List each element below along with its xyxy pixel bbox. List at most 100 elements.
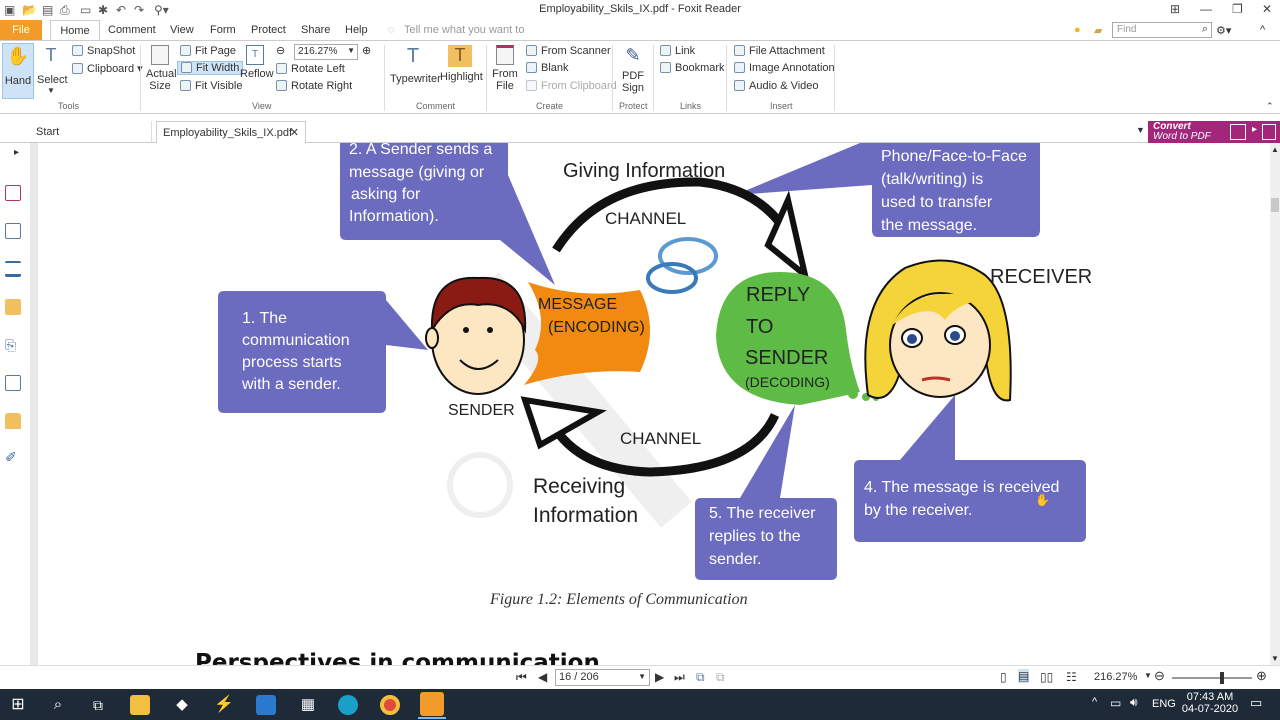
from-clipboard-button[interactable]: From Clipboard: [526, 80, 617, 92]
close-tab-icon[interactable]: ✕: [290, 122, 299, 144]
expand-sidebar-icon[interactable]: ▸: [14, 147, 19, 158]
pages-panel-icon[interactable]: [5, 223, 21, 239]
tab-home[interactable]: Home: [50, 20, 100, 41]
tab-share[interactable]: Share: [301, 24, 330, 36]
find-input[interactable]: Find ⌕: [1112, 22, 1212, 38]
snapshot-button[interactable]: SnapShot: [72, 45, 135, 57]
notifications-icon[interactable]: ▭: [1250, 695, 1262, 711]
minimize-button[interactable]: —: [1200, 2, 1212, 16]
previous-view-icon[interactable]: ⧉: [696, 670, 705, 685]
ribbon-expand-icon[interactable]: ⌃: [1266, 101, 1274, 112]
chrome-browser-icon[interactable]: [380, 695, 400, 715]
file-explorer-icon[interactable]: [130, 695, 150, 715]
search-icon[interactable]: ⌕: [48, 695, 68, 715]
convert-banner[interactable]: Convert Word to PDF ▸: [1148, 121, 1280, 143]
search-icon[interactable]: ⌕: [1202, 23, 1208, 36]
zoom-slider-thumb[interactable]: [1220, 672, 1224, 684]
security-lock-icon[interactable]: [5, 413, 21, 429]
tab-comment[interactable]: Comment: [108, 24, 156, 36]
edge-browser-icon[interactable]: [338, 695, 358, 715]
collapse-icon[interactable]: ^: [1260, 24, 1265, 36]
actual-size-button[interactable]: Actual Size: [146, 45, 177, 101]
tab-start[interactable]: Start: [30, 121, 152, 143]
mail-icon[interactable]: [256, 695, 276, 715]
message-label-line: MESSAGE: [538, 296, 617, 313]
content-tool-icon[interactable]: ✐: [5, 449, 21, 465]
tab-form[interactable]: Form: [210, 24, 236, 36]
continuous-page-icon[interactable]: ▤: [1018, 669, 1030, 683]
store-icon[interactable]: ▦: [298, 695, 318, 715]
fit-width-button[interactable]: Fit Width: [177, 61, 244, 75]
zoom-select[interactable]: 216.27% ▼: [294, 44, 358, 60]
page-number-input[interactable]: 16 / 206 ▼: [555, 669, 650, 686]
reflow-button[interactable]: T Reflow: [240, 45, 274, 101]
ribbon-toggle-icon[interactable]: ⊞: [1170, 2, 1180, 16]
visual-studio-code-icon[interactable]: ⚡: [214, 695, 234, 715]
task-view-icon[interactable]: ⧉: [88, 695, 108, 715]
reflow-label: Reflow: [240, 68, 274, 80]
previous-page-icon[interactable]: ◀: [538, 670, 547, 684]
fit-visible-button[interactable]: Fit Visible: [180, 80, 242, 92]
rotate-left-button[interactable]: Rotate Left: [276, 63, 345, 75]
language-indicator[interactable]: ENG: [1152, 698, 1176, 710]
volume-icon[interactable]: 🔊︎: [1130, 695, 1138, 710]
zoom-menu-icon[interactable]: ▼: [1144, 671, 1152, 680]
next-page-icon[interactable]: ▶: [655, 670, 664, 684]
zoom-in-icon[interactable]: ⊕: [1256, 668, 1267, 684]
tab-help[interactable]: Help: [345, 24, 368, 36]
tray-expand-icon[interactable]: ^: [1092, 696, 1097, 708]
folder-search-icon[interactable]: ▰: [1094, 24, 1102, 37]
pdf-sign-button[interactable]: ✎ PDF Sign: [618, 45, 648, 101]
clock[interactable]: 07:43 AM 04-07-2020: [1178, 691, 1242, 715]
audio-video-button[interactable]: Audio & Video: [734, 80, 819, 92]
foxit-reader-icon[interactable]: [420, 692, 444, 716]
scroll-down-icon[interactable]: ▼: [1271, 654, 1279, 663]
comments-panel-icon[interactable]: [5, 299, 21, 315]
rotate-right-button[interactable]: Rotate Right: [276, 80, 352, 92]
zoom-in-icon[interactable]: ⊕: [362, 44, 371, 57]
fit-page-button[interactable]: Fit Page: [180, 45, 236, 57]
settings-icon[interactable]: ⚙▾: [1216, 24, 1231, 37]
attachments-panel-icon[interactable]: ⎘: [5, 337, 21, 353]
tab-view[interactable]: View: [170, 24, 194, 36]
dropbox-icon[interactable]: ◆: [172, 695, 192, 715]
layers-panel-icon[interactable]: [5, 261, 21, 277]
status-bar: ⏮ ◀ 16 / 206 ▼ ▶ ⏭ ⧉ ⧉ ▯ ▤ ▯▯ ☷ 216.27% …: [0, 665, 1280, 689]
scroll-up-icon[interactable]: ▲: [1271, 145, 1279, 154]
tab-document[interactable]: Employability_Skils_IX.pdf ✕: [156, 121, 306, 143]
facing-page-icon[interactable]: ▯▯: [1040, 670, 1053, 684]
select-tool-button[interactable]: T Select ▼: [37, 43, 68, 99]
typewriter-button[interactable]: T Typewriter: [390, 45, 441, 101]
scroll-thumb[interactable]: [1271, 198, 1279, 212]
bookmark-button[interactable]: Bookmark: [660, 62, 725, 74]
from-scanner-button[interactable]: From Scanner: [526, 45, 611, 57]
image-annotation-button[interactable]: Image Annotation: [734, 62, 835, 74]
from-file-button[interactable]: From File: [490, 45, 520, 101]
next-view-icon[interactable]: ⧉: [716, 670, 725, 685]
battery-icon[interactable]: ▭: [1110, 696, 1121, 710]
link-button[interactable]: Link: [660, 45, 695, 57]
highlight-button[interactable]: T Highlight: [440, 45, 483, 101]
hand-tool-button[interactable]: ✋ Hand: [2, 43, 34, 99]
favorite-icon[interactable]: ●: [1074, 24, 1081, 36]
restore-button[interactable]: ❐: [1232, 2, 1243, 16]
bookmarks-panel-icon[interactable]: [5, 185, 21, 201]
windows-start-icon[interactable]: ⊞: [8, 695, 28, 715]
zoom-out-icon[interactable]: ⊖: [1154, 668, 1165, 684]
tell-me-input[interactable]: Tell me what you want to: [404, 24, 524, 36]
first-page-icon[interactable]: ⏮: [516, 670, 527, 685]
single-page-icon[interactable]: ▯: [1000, 670, 1007, 684]
signatures-panel-icon[interactable]: [5, 375, 21, 391]
blank-button[interactable]: Blank: [526, 62, 569, 74]
file-attachment-button[interactable]: File Attachment: [734, 45, 825, 57]
close-button[interactable]: ✕: [1262, 2, 1272, 16]
tab-protect[interactable]: Protect: [251, 24, 286, 36]
continuous-facing-icon[interactable]: ☷: [1066, 670, 1077, 684]
tab-file[interactable]: File: [0, 20, 42, 40]
last-page-icon[interactable]: ⏭: [674, 670, 685, 685]
zoom-slider[interactable]: [1172, 672, 1252, 684]
clipboard-button[interactable]: Clipboard ▾: [72, 62, 143, 75]
tabs-menu-icon[interactable]: ▼: [1136, 125, 1145, 135]
vertical-scrollbar[interactable]: ▲ ▼: [1270, 143, 1280, 665]
zoom-out-icon[interactable]: ⊖: [276, 44, 285, 57]
